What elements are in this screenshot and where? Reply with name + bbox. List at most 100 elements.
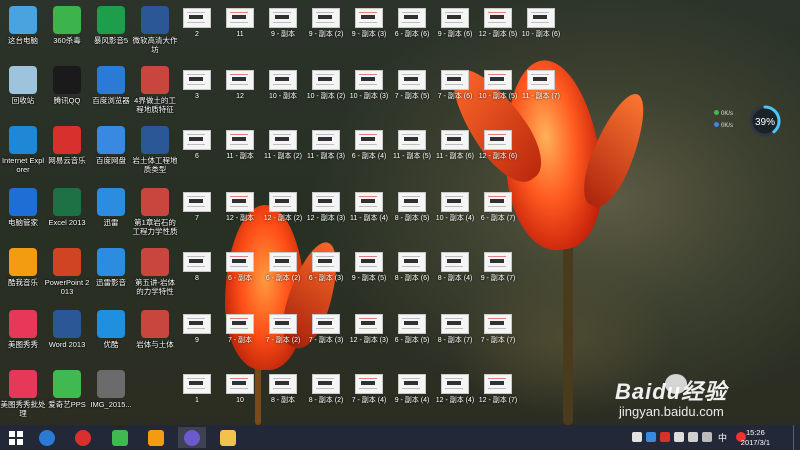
- file-thumbnail[interactable]: 6 - 副本 (6): [390, 6, 434, 39]
- file-thumbnail[interactable]: 7 - 副本 (5): [390, 68, 434, 101]
- tray-chevron-icon[interactable]: [632, 432, 642, 442]
- taskbar-item-settings[interactable]: [178, 427, 206, 448]
- desktop-icon[interactable]: 360杀毒: [44, 4, 90, 46]
- tray-ime-indicator[interactable]: 中: [718, 431, 727, 444]
- file-thumbnail[interactable]: 6: [175, 128, 219, 161]
- file-thumbnail[interactable]: 11 - 副本 (7): [519, 68, 563, 101]
- desktop-icon[interactable]: 4界做土的工程地质特征: [132, 64, 178, 114]
- file-thumbnail[interactable]: 7: [175, 190, 219, 223]
- file-thumbnail[interactable]: 12 - 副本 (4): [433, 372, 477, 405]
- file-thumbnail[interactable]: 9 - 副本 (6): [433, 6, 477, 39]
- file-thumbnail[interactable]: 6 - 副本 (4): [347, 128, 391, 161]
- file-thumbnail[interactable]: 9 - 副本 (7): [476, 250, 520, 283]
- file-thumbnail[interactable]: 10 - 副本 (6): [519, 6, 563, 39]
- file-thumbnail[interactable]: 12: [218, 68, 262, 101]
- file-thumbnail[interactable]: 12 - 副本 (6): [476, 128, 520, 161]
- tray-network-icon[interactable]: [702, 432, 712, 442]
- file-thumbnail[interactable]: 10 - 副本 (5): [476, 68, 520, 101]
- desktop-icon[interactable]: 优酷: [88, 308, 134, 350]
- taskbar-item-baidu-browser[interactable]: [33, 427, 61, 448]
- file-thumbnail[interactable]: 8: [175, 250, 219, 283]
- desktop-icon[interactable]: Word 2013: [44, 308, 90, 350]
- desktop-icon[interactable]: 回收站: [0, 64, 46, 106]
- desktop-icon[interactable]: 爱奇艺PPS: [44, 368, 90, 410]
- desktop-icon[interactable]: IMG_2015...: [88, 368, 134, 410]
- file-thumbnail[interactable]: 8 - 副本 (2): [304, 372, 348, 405]
- file-thumbnail[interactable]: 7 - 副本 (3): [304, 312, 348, 345]
- file-thumbnail[interactable]: 10: [218, 372, 262, 405]
- file-thumbnail[interactable]: 12 - 副本 (5): [476, 6, 520, 39]
- file-thumbnail[interactable]: 12 - 副本 (3): [347, 312, 391, 345]
- file-thumbnail[interactable]: 8 - 副本 (5): [390, 190, 434, 223]
- file-thumbnail[interactable]: 8 - 副本 (7): [433, 312, 477, 345]
- file-thumbnail[interactable]: 8 - 副本: [261, 372, 305, 405]
- file-thumbnail[interactable]: 7 - 副本: [218, 312, 262, 345]
- desktop[interactable]: 这台电脑 360杀毒 暴风影音5 微软高清大作坊 回收站 腾讯QQ 百度浏览器 …: [0, 0, 800, 425]
- tray-volume-icon[interactable]: [688, 432, 698, 442]
- file-thumbnail[interactable]: 9 - 副本 (2): [304, 6, 348, 39]
- desktop-icon[interactable]: 电脑管家: [0, 186, 46, 228]
- desktop-icon[interactable]: 岩体与土体: [132, 308, 178, 350]
- file-thumbnail[interactable]: 10 - 副本: [261, 68, 305, 101]
- file-thumbnail[interactable]: 11 - 副本 (6): [433, 128, 477, 161]
- file-thumbnail[interactable]: 11 - 副本 (4): [347, 190, 391, 223]
- file-thumbnail[interactable]: 9 - 副本 (3): [347, 6, 391, 39]
- file-thumbnail[interactable]: 10 - 副本 (4): [433, 190, 477, 223]
- file-thumbnail[interactable]: 2: [175, 6, 219, 39]
- show-desktop-button[interactable]: [793, 425, 800, 450]
- start-button[interactable]: [2, 427, 30, 448]
- desktop-icon[interactable]: PowerPoint 2013: [44, 246, 90, 296]
- desktop-icon[interactable]: 第五讲-岩体的力学特性: [132, 246, 178, 296]
- desktop-icon[interactable]: 百度浏览器: [88, 64, 134, 106]
- desktop-icon[interactable]: 酷我音乐: [0, 246, 46, 288]
- desktop-icon[interactable]: 迅雷: [88, 186, 134, 228]
- file-thumbnail[interactable]: 7 - 副本 (4): [347, 372, 391, 405]
- desktop-icon[interactable]: 百度网盘: [88, 124, 134, 166]
- desktop-icon[interactable]: 岩土体工程地质类型: [132, 124, 178, 174]
- desktop-icon[interactable]: 微软高清大作坊: [132, 4, 178, 54]
- file-thumbnail[interactable]: 6 - 副本 (5): [390, 312, 434, 345]
- desktop-icon[interactable]: 这台电脑: [0, 4, 46, 46]
- desktop-icon[interactable]: 第1章岩石的工程力学性质: [132, 186, 178, 236]
- desktop-icon[interactable]: Internet Explorer: [0, 124, 46, 174]
- file-thumbnail[interactable]: 10 - 副本 (2): [304, 68, 348, 101]
- desktop-icon[interactable]: 网易云音乐: [44, 124, 90, 166]
- taskbar-item-iqiyi[interactable]: [106, 427, 134, 448]
- tray-battery-icon[interactable]: [674, 432, 684, 442]
- file-thumbnail[interactable]: 12 - 副本 (7): [476, 372, 520, 405]
- desktop-icon[interactable]: 暴风影音5: [88, 4, 134, 46]
- file-thumbnail[interactable]: 7 - 副本 (2): [261, 312, 305, 345]
- file-thumbnail[interactable]: 9 - 副本 (4): [390, 372, 434, 405]
- desktop-icon[interactable]: 美图秀秀批处理: [0, 368, 46, 418]
- file-thumbnail[interactable]: 6 - 副本: [218, 250, 262, 283]
- taskbar-item-file-explorer[interactable]: [214, 427, 242, 448]
- file-thumbnail[interactable]: 12 - 副本 (2): [261, 190, 305, 223]
- file-thumbnail[interactable]: 8 - 副本 (4): [433, 250, 477, 283]
- file-thumbnail[interactable]: 10 - 副本 (3): [347, 68, 391, 101]
- desktop-icon[interactable]: 美图秀秀: [0, 308, 46, 350]
- tray-app-icon[interactable]: [660, 432, 670, 442]
- network-monitor-widget[interactable]: 0K/s 0K/s 39%: [712, 104, 782, 138]
- file-thumbnail[interactable]: 9 - 副本 (5): [347, 250, 391, 283]
- taskbar-item-netease-music[interactable]: [69, 427, 97, 448]
- file-thumbnail[interactable]: 9 - 副本: [261, 6, 305, 39]
- tray-shield-icon[interactable]: [646, 432, 656, 442]
- file-thumbnail[interactable]: 6 - 副本 (7): [476, 190, 520, 223]
- file-thumbnail[interactable]: 8 - 副本 (6): [390, 250, 434, 283]
- file-thumbnail[interactable]: 11 - 副本 (2): [261, 128, 305, 161]
- taskbar-item-kuwo[interactable]: [142, 427, 170, 448]
- file-thumbnail[interactable]: 12 - 副本 (3): [304, 190, 348, 223]
- file-thumbnail[interactable]: 6 - 副本 (3): [304, 250, 348, 283]
- file-thumbnail[interactable]: 1: [175, 372, 219, 405]
- file-thumbnail[interactable]: 11 - 副本 (5): [390, 128, 434, 161]
- desktop-icon[interactable]: 迅雷影音: [88, 246, 134, 288]
- file-thumbnail[interactable]: 7 - 副本 (6): [433, 68, 477, 101]
- file-thumbnail[interactable]: 6 - 副本 (2): [261, 250, 305, 283]
- file-thumbnail[interactable]: 3: [175, 68, 219, 101]
- file-thumbnail[interactable]: 9: [175, 312, 219, 345]
- taskbar-clock[interactable]: 15:26 2017/3/1: [741, 428, 770, 448]
- file-thumbnail[interactable]: 12 - 副本: [218, 190, 262, 223]
- file-thumbnail[interactable]: 7 - 副本 (7): [476, 312, 520, 345]
- desktop-icon[interactable]: 腾讯QQ: [44, 64, 90, 106]
- file-thumbnail[interactable]: 11 - 副本 (3): [304, 128, 348, 161]
